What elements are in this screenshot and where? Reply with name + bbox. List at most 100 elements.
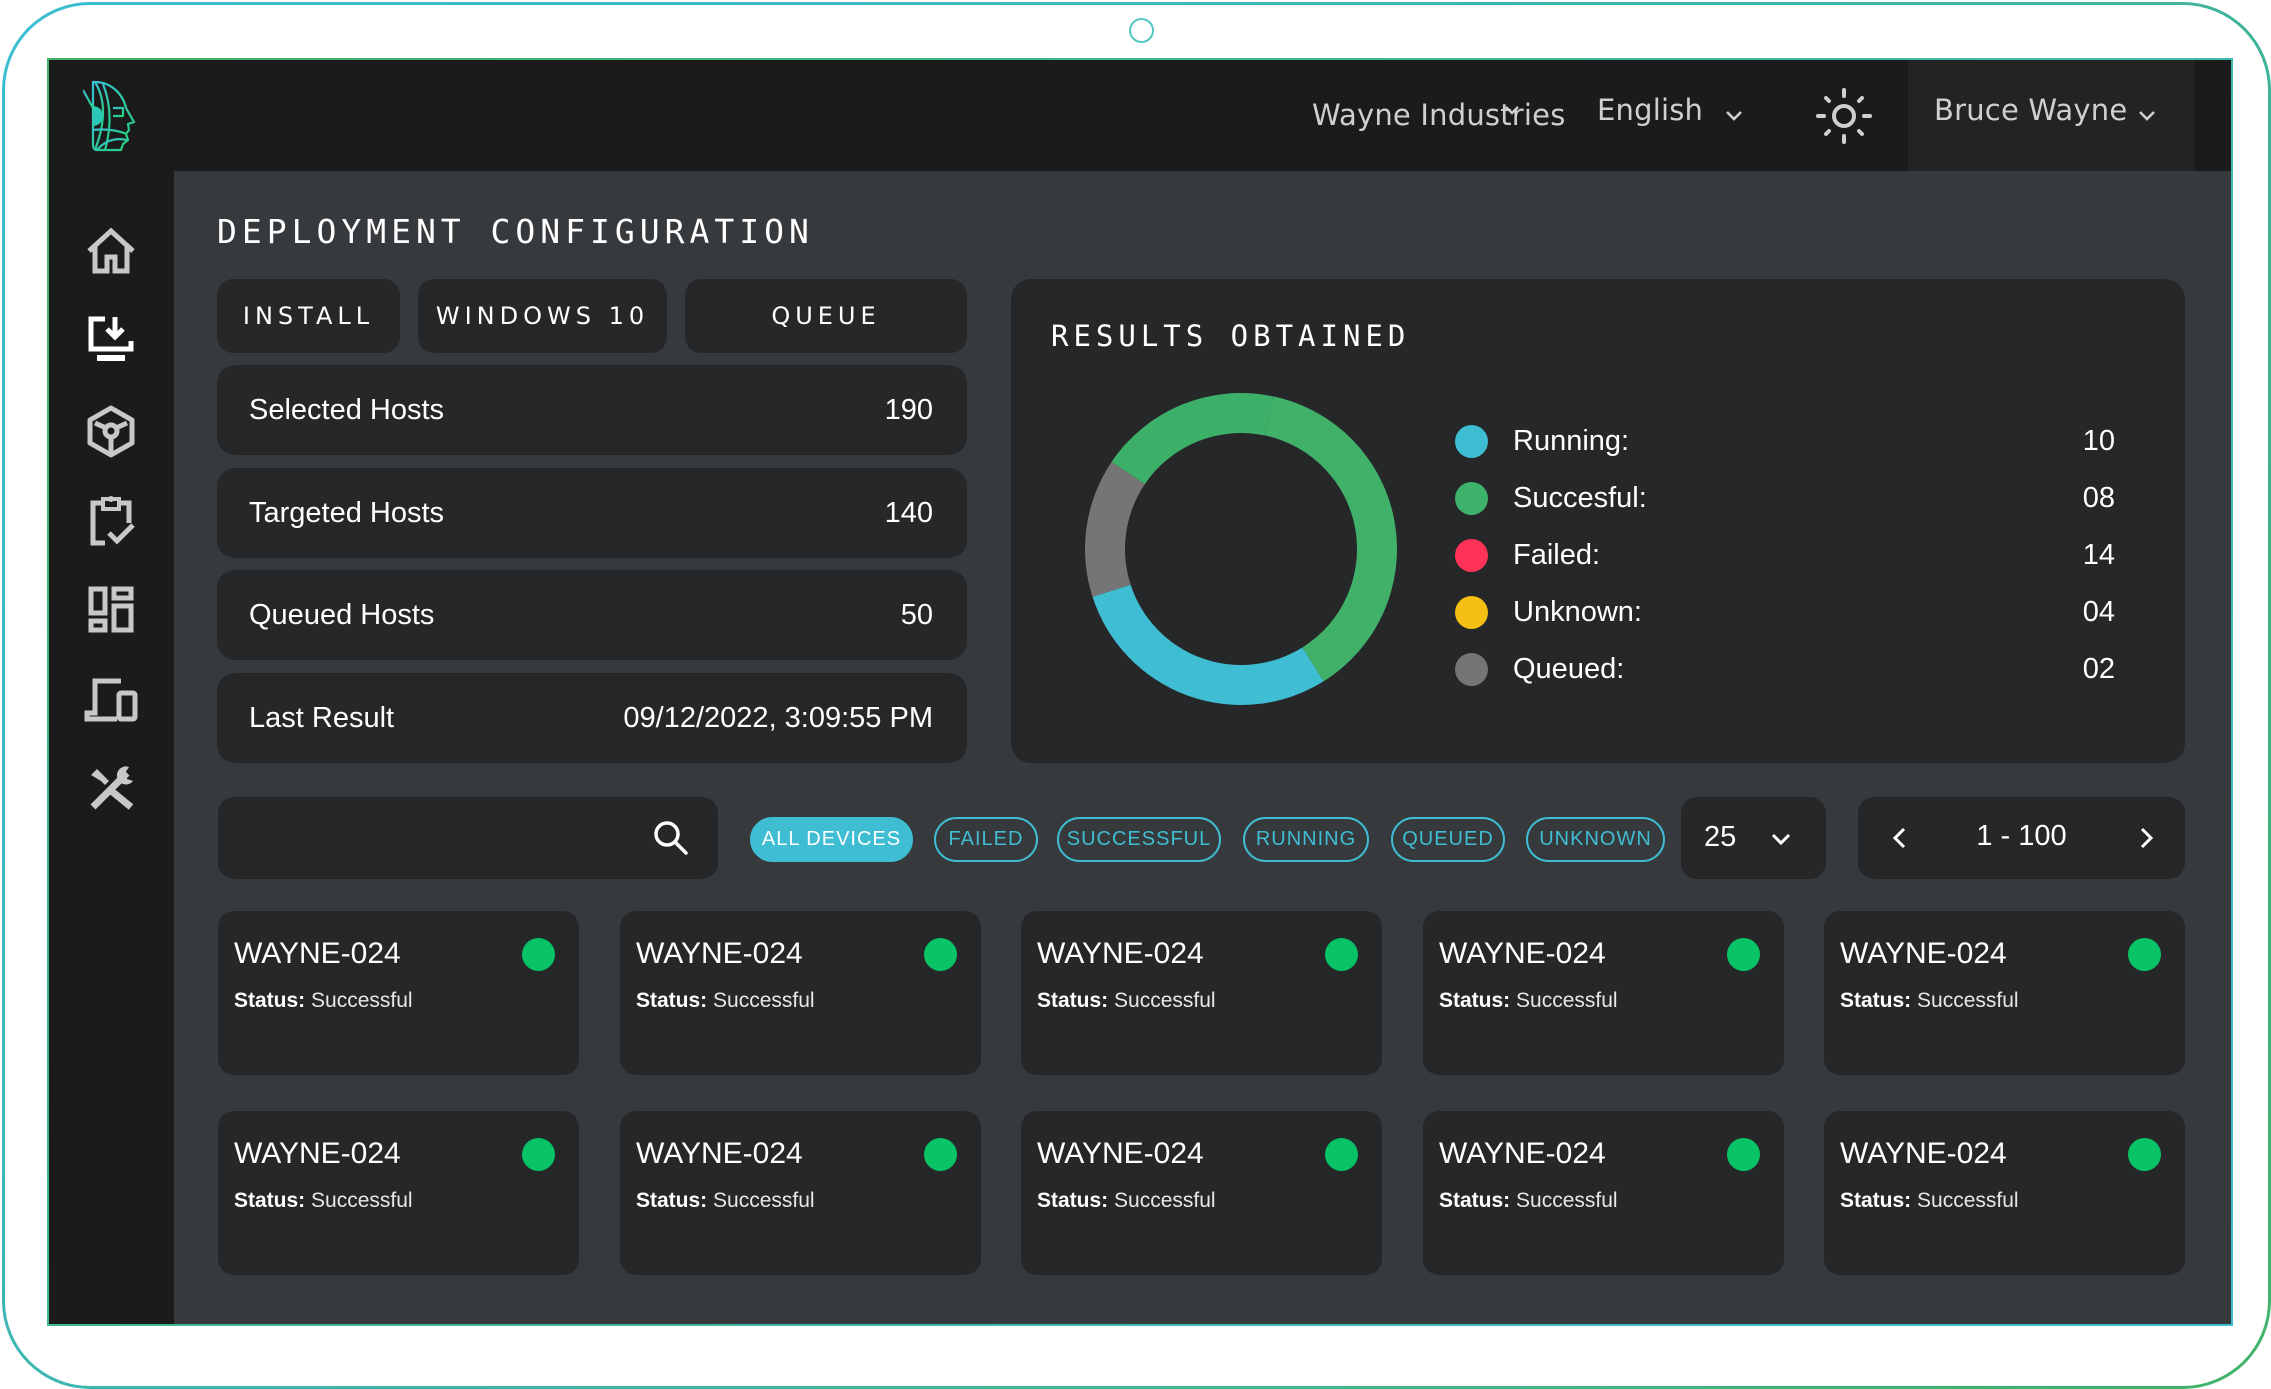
device-status: Status: Successful <box>1840 1189 2019 1213</box>
chevron-down-icon[interactable] <box>2134 103 2160 129</box>
legend-value: 10 <box>2082 425 2115 457</box>
green-segment-b <box>1111 392 1274 485</box>
status-value: Successful <box>713 1189 815 1212</box>
legend-item: Succesful: 08 <box>1455 470 2115 527</box>
per-page-select[interactable]: 25 <box>1681 797 1826 879</box>
status-indicator-icon <box>1325 1138 1358 1171</box>
status-label: Status: <box>636 989 708 1012</box>
status-label: Status: <box>1439 1189 1511 1212</box>
targeted-hosts-row: Targeted Hosts 140 <box>217 468 967 558</box>
results-legend: Running: 10 Succesful: 08 Failed: 14 Unknown: 0… <box>1455 413 2115 698</box>
chevron-right-icon[interactable] <box>2132 824 2160 852</box>
info-value: 140 <box>884 496 933 529</box>
status-label: Status: <box>1840 1189 1912 1212</box>
device-status: Status: Successful <box>234 1189 413 1213</box>
status-indicator-icon <box>1727 1138 1760 1171</box>
logo-icon <box>83 80 136 152</box>
filter-chip-unknown[interactable]: UNKNOWN <box>1526 817 1665 862</box>
chevron-down-icon[interactable] <box>1502 100 1522 120</box>
results-title: RESULTS OBTAINED <box>1051 319 1411 353</box>
os-windows10-tag[interactable]: WINDOWS 10 <box>418 279 667 353</box>
queued-hosts-row: Queued Hosts 50 <box>217 570 967 660</box>
status-indicator-icon <box>2128 938 2161 971</box>
info-value: 50 <box>900 598 933 631</box>
device-card[interactable]: WAYNE-024 Status: Successful <box>1021 911 1382 1075</box>
sun-icon[interactable] <box>1814 86 1874 146</box>
status-indicator-icon <box>522 1138 555 1171</box>
legend-value: 02 <box>2082 653 2115 685</box>
search-icon[interactable] <box>652 819 690 857</box>
dashboard-grid-icon[interactable] <box>83 581 139 637</box>
filter-chip-successful[interactable]: SUCCESSFUL <box>1057 817 1221 862</box>
legend-item: Running: 10 <box>1455 413 2115 470</box>
info-label: Targeted Hosts <box>249 496 445 529</box>
status-label: Status: <box>1439 989 1511 1012</box>
device-name: WAYNE-024 <box>1840 1137 2007 1170</box>
status-value: Successful <box>713 989 815 1012</box>
language-selector[interactable]: English <box>1597 93 1703 127</box>
device-card[interactable]: WAYNE-024 Status: Successful <box>1824 1111 2185 1275</box>
device-card[interactable]: WAYNE-024 Status: Successful <box>620 1111 981 1275</box>
device-name: WAYNE-024 <box>1439 1137 1606 1170</box>
tablet-frame: Wayne Industries English Bruce Wayne DEP… <box>2 2 2271 1389</box>
status-indicator-icon <box>522 938 555 971</box>
legend-color-dot <box>1455 539 1488 572</box>
status-indicator-icon <box>2128 1138 2161 1171</box>
legend-label: Failed: <box>1513 539 1601 571</box>
legend-label: Succesful: <box>1513 482 1647 514</box>
status-label: Status: <box>234 1189 306 1212</box>
status-value: Successful <box>1516 989 1618 1012</box>
device-name: WAYNE-024 <box>1037 937 1204 970</box>
green-segment-a <box>1265 396 1397 682</box>
legend-label: Running: <box>1513 425 1630 457</box>
device-card[interactable]: WAYNE-024 Status: Successful <box>1824 911 2185 1075</box>
device-status: Status: Successful <box>1037 1189 1216 1213</box>
legend-color-dot <box>1455 425 1488 458</box>
legend-color-dot <box>1455 653 1488 686</box>
status-label: Status: <box>636 1189 708 1212</box>
legend-value: 04 <box>2082 596 2115 628</box>
page-title: DEPLOYMENT CONFIGURATION <box>217 212 814 251</box>
device-card[interactable]: WAYNE-024 Status: Successful <box>218 1111 579 1275</box>
clipboard-check-icon[interactable] <box>83 493 139 549</box>
status-value: Successful <box>1917 1189 2019 1212</box>
device-card[interactable]: WAYNE-024 Status: Successful <box>620 911 981 1075</box>
status-value: Successful <box>311 989 413 1012</box>
devices-icon[interactable] <box>83 671 139 727</box>
legend-color-dot <box>1455 596 1488 629</box>
filter-chip-failed[interactable]: FAILED <box>934 817 1038 862</box>
selected-hosts-row: Selected Hosts 190 <box>217 365 967 455</box>
queue-tag[interactable]: QUEUE <box>685 279 967 353</box>
status-value: Successful <box>311 1189 413 1212</box>
status-value: Successful <box>1516 1189 1618 1212</box>
monitor-download-icon[interactable] <box>83 311 139 367</box>
status-indicator-icon <box>924 1138 957 1171</box>
cube-icon[interactable] <box>83 403 139 459</box>
device-card[interactable]: WAYNE-024 Status: Successful <box>1423 911 1784 1075</box>
organization-selector[interactable]: Wayne Industries <box>1312 98 1566 132</box>
user-name[interactable]: Bruce Wayne <box>1934 93 2127 127</box>
device-card[interactable]: WAYNE-024 Status: Successful <box>1021 1111 1382 1275</box>
info-label: Queued Hosts <box>249 598 435 631</box>
status-indicator-icon <box>924 938 957 971</box>
device-card[interactable]: WAYNE-024 Status: Successful <box>1423 1111 1784 1275</box>
legend-item: Unknown: 04 <box>1455 584 2115 641</box>
device-card[interactable]: WAYNE-024 Status: Successful <box>218 911 579 1075</box>
status-value: Successful <box>1114 1189 1216 1212</box>
device-status: Status: Successful <box>1439 989 1618 1013</box>
home-icon[interactable] <box>83 223 139 279</box>
filter-chip-queued[interactable]: QUEUED <box>1391 817 1505 862</box>
tools-icon[interactable] <box>83 759 139 815</box>
chevron-down-icon[interactable] <box>1721 103 1747 129</box>
top-bar: Wayne Industries English Bruce Wayne <box>49 60 2231 171</box>
status-value: Successful <box>1114 989 1216 1012</box>
per-page-value: 25 <box>1704 821 1737 853</box>
filter-chip-running[interactable]: RUNNING <box>1243 817 1369 862</box>
device-name: WAYNE-024 <box>234 937 401 970</box>
search-input[interactable] <box>238 812 642 866</box>
legend-label: Queued: <box>1513 653 1625 685</box>
device-status: Status: Successful <box>1037 989 1216 1013</box>
action-install-tag[interactable]: INSTALL <box>217 279 400 353</box>
status-label: Status: <box>234 989 306 1012</box>
filter-chip-all-devices[interactable]: ALL DEVICES <box>750 817 913 862</box>
